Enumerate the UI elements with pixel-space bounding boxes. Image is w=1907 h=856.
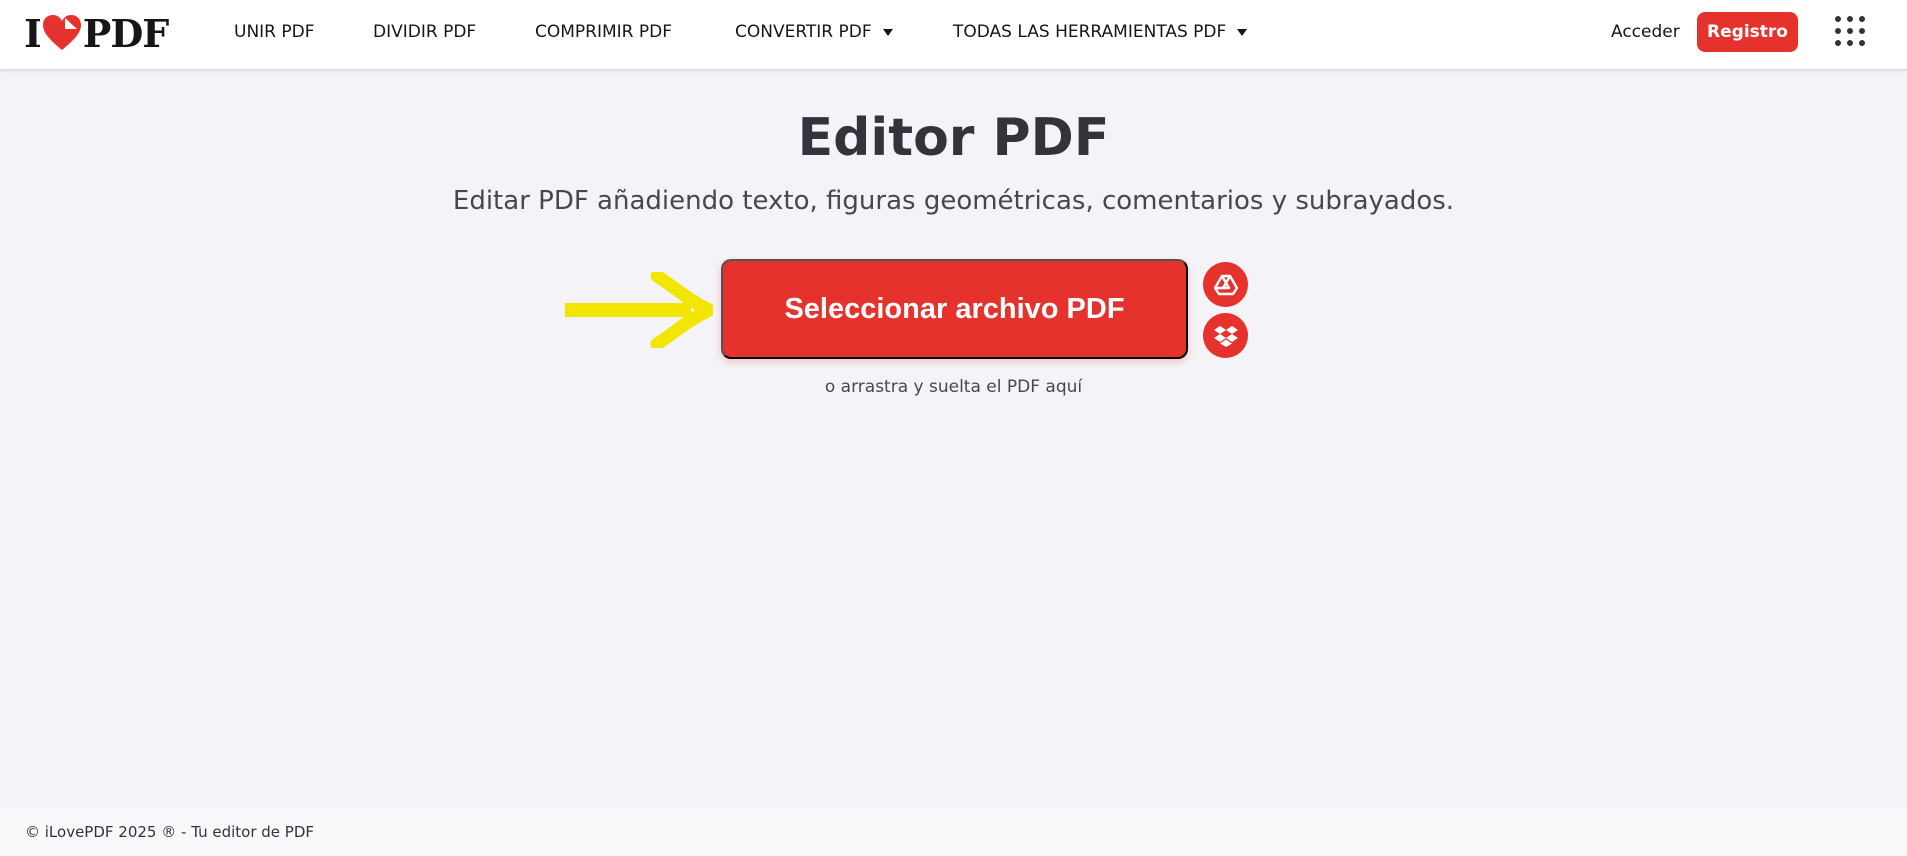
page-title: Editor PDF xyxy=(797,108,1110,168)
nav-comprimir-pdf[interactable]: COMPRIMIR PDF xyxy=(535,0,672,64)
nav-label: CONVERTIR PDF xyxy=(735,22,872,42)
nav-convertir-pdf[interactable]: CONVERTIR PDF xyxy=(735,0,893,64)
google-drive-icon xyxy=(1213,274,1238,295)
google-drive-button[interactable] xyxy=(1203,262,1248,307)
nav-unir-pdf[interactable]: UNIR PDF xyxy=(234,0,315,64)
nav-label: DIVIDIR PDF xyxy=(373,22,477,42)
caret-down-icon xyxy=(882,28,893,36)
page-subtitle: Editar PDF añadiendo texto, figuras geom… xyxy=(452,186,1455,216)
nav-label: UNIR PDF xyxy=(234,22,315,42)
nav-dividir-pdf[interactable]: DIVIDIR PDF xyxy=(373,0,476,64)
login-link[interactable]: Acceder xyxy=(1611,0,1680,64)
yellow-arrow-annotation-icon xyxy=(565,272,713,348)
nav-label: TODAS LAS HERRAMIENTAS PDF xyxy=(953,22,1227,42)
select-pdf-file-button[interactable]: Seleccionar archivo PDF xyxy=(721,259,1188,359)
footer: © iLovePDF 2025 ® - Tu editor de PDF xyxy=(0,808,1907,856)
nav-label: COMPRIMIR PDF xyxy=(535,22,673,42)
heart-logo-icon xyxy=(42,15,81,50)
top-header: I PDF UNIR PDF DIVIDIR PDF COMPRIMIR PDF… xyxy=(0,0,1907,69)
grid-menu-icon[interactable] xyxy=(1835,16,1865,48)
register-button[interactable]: Registro xyxy=(1697,12,1798,52)
dropbox-icon xyxy=(1213,325,1238,347)
ilovepdf-logo[interactable]: I PDF xyxy=(24,10,170,56)
logo-letters-pdf: PDF xyxy=(82,10,170,56)
caret-down-icon xyxy=(1237,28,1248,36)
logo-letter-i: I xyxy=(24,10,42,56)
nav-todas-herramientas[interactable]: TODAS LAS HERRAMIENTAS PDF xyxy=(953,0,1248,64)
dropbox-button[interactable] xyxy=(1203,313,1248,358)
drag-drop-hint: o arrastra y suelta el PDF aquí xyxy=(824,377,1083,397)
footer-copyright: © iLovePDF 2025 ® - Tu editor de PDF xyxy=(25,823,315,841)
